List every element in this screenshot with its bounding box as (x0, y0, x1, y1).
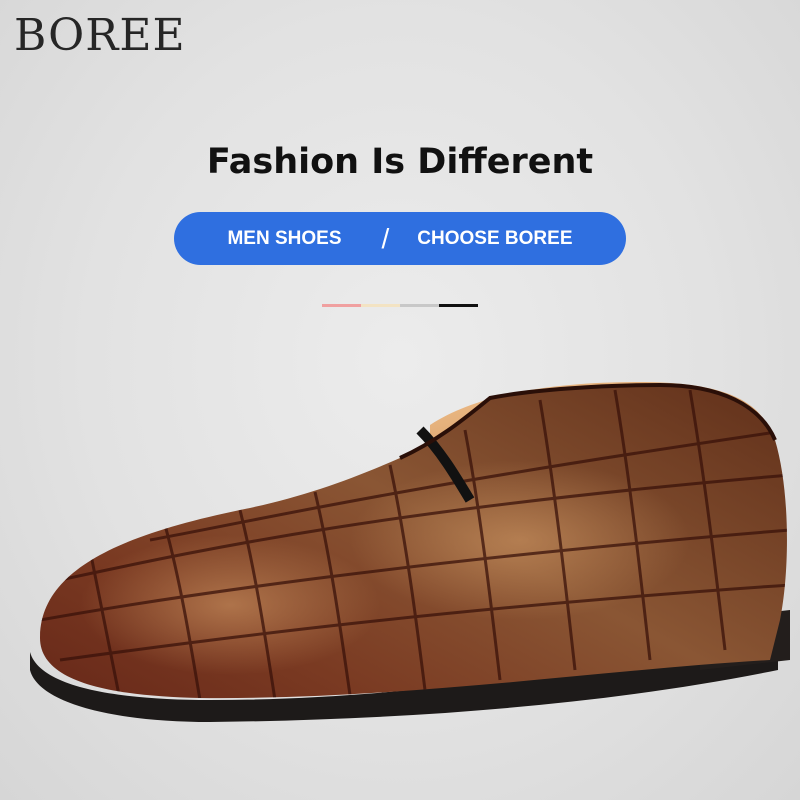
choose-boree-label: CHOOSE BOREE (417, 227, 573, 249)
swatch-pink (322, 304, 361, 307)
product-image (30, 382, 790, 722)
separator: / (381, 222, 390, 254)
category-banner: MEN SHOES / CHOOSE BOREE (174, 212, 626, 265)
swatch-black (439, 304, 478, 307)
headline: Fashion Is Different (206, 142, 594, 182)
swatch-gray (400, 304, 439, 307)
color-swatches (322, 304, 478, 307)
swatch-beige (361, 304, 400, 307)
men-shoes-label: MEN SHOES (227, 227, 342, 249)
brand-logo: BOREE (14, 10, 186, 61)
